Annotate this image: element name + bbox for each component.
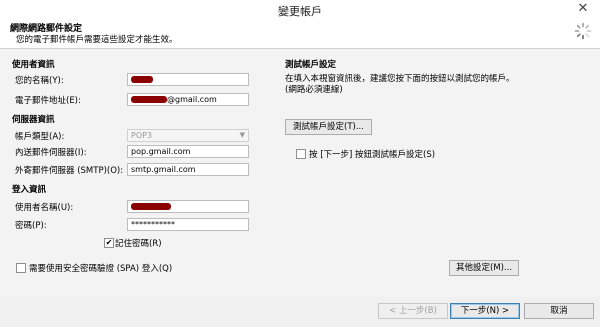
server-info-heading: 伺服器資訊	[12, 115, 55, 125]
remember-password-checkbox[interactable]: ✔	[104, 238, 114, 248]
window-title: 變更帳戶	[278, 5, 322, 18]
name-field[interactable]	[127, 73, 249, 86]
test-description: 在填入本視窗資訊後，建議您按下面的按鈕以測試您的帳戶。(網路必須連線)	[285, 74, 515, 95]
incoming-server-label: 內送郵件伺服器(I):	[15, 148, 87, 158]
next-test-label: 按 [下一步] 按鈕測試帳戶設定(S)	[309, 150, 436, 160]
next-test-checkbox[interactable]	[296, 149, 306, 159]
password-label: 密碼(P):	[15, 221, 47, 231]
header-subtitle: 您的電子郵件帳戶需要這些設定才能生效。	[16, 35, 178, 45]
busy-spinner-icon	[574, 22, 592, 40]
redaction-mark	[131, 203, 171, 210]
password-value: ***********	[131, 220, 175, 229]
username-label: 使用者名稱(U):	[15, 203, 74, 213]
close-icon[interactable]: ✕	[572, 0, 594, 17]
account-type-label: 帳戶類型(A):	[15, 132, 65, 142]
remember-password-label: 記住密碼(R)	[115, 239, 162, 249]
login-info-heading: 登入資訊	[12, 185, 47, 195]
account-type-select: POP3 ▼	[127, 129, 249, 142]
spa-checkbox[interactable]	[16, 263, 26, 273]
back-button[interactable]: < 上一步(B)	[378, 303, 448, 319]
email-suffix: @gmail.com	[167, 95, 217, 104]
user-info-heading: 使用者資訊	[12, 60, 55, 70]
more-settings-button[interactable]: 其他設定(M)...	[449, 260, 519, 276]
username-field[interactable]	[127, 200, 249, 213]
test-account-button[interactable]: 測試帳戶設定(T)...	[285, 119, 372, 135]
outgoing-server-value: smtp.gmail.com	[131, 165, 196, 174]
outgoing-server-label: 外寄郵件伺服器 (SMTP)(O):	[15, 166, 124, 176]
spa-label: 需要使用安全密碼驗證 (SPA) 登入(Q)	[29, 264, 173, 274]
chevron-down-icon: ▼	[239, 131, 245, 139]
account-type-value: POP3	[131, 131, 153, 140]
name-label: 您的名稱(Y):	[15, 76, 64, 86]
incoming-server-value: pop.gmail.com	[131, 147, 191, 156]
email-label: 電子郵件地址(E):	[15, 96, 81, 106]
next-button[interactable]: 下一步(N) >	[450, 303, 520, 319]
email-field[interactable]: @gmail.com	[127, 93, 249, 106]
redaction-mark	[131, 76, 153, 83]
password-field[interactable]: ***********	[127, 218, 249, 231]
redaction-mark	[131, 96, 167, 103]
cancel-button[interactable]: 取消	[524, 303, 594, 319]
incoming-server-field[interactable]: pop.gmail.com	[127, 145, 249, 158]
test-heading: 測試帳戶設定	[285, 60, 337, 70]
outgoing-server-field[interactable]: smtp.gmail.com	[127, 163, 249, 176]
